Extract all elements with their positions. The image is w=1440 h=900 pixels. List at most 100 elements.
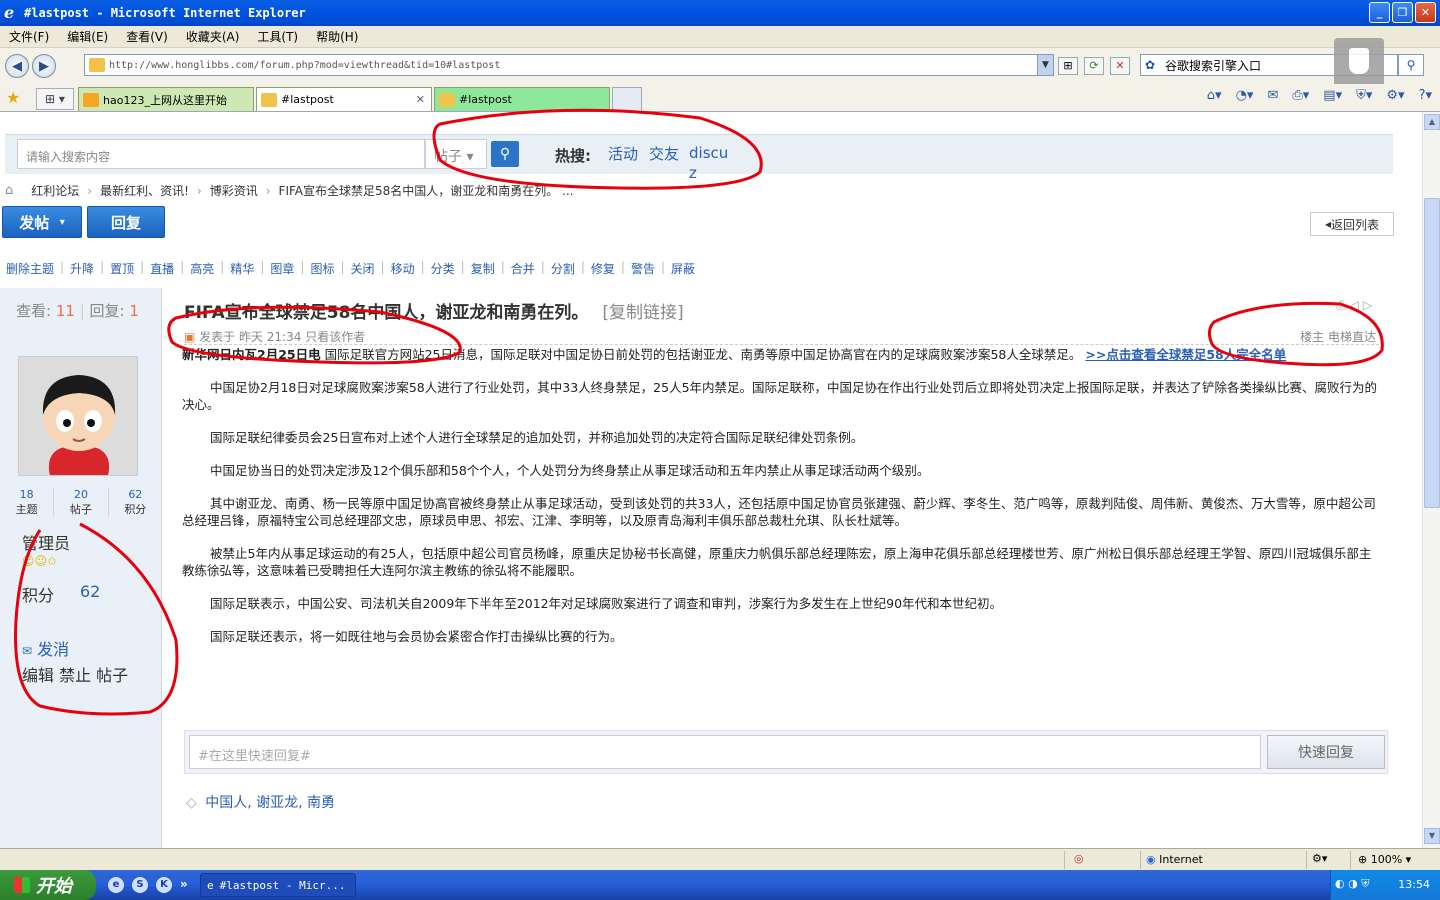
crumb-forum[interactable]: 红利论坛 [31,182,79,199]
hot-item-activity[interactable]: 活动 [608,143,638,164]
scroll-up-arrow[interactable]: ▲ [1424,114,1440,130]
mod-repair[interactable]: 修复 [585,260,621,277]
new-tab-button[interactable] [612,87,642,111]
zoom-level[interactable]: ⊕ 100% ▾ [1358,853,1411,866]
search-icon[interactable]: ⚲ [1398,54,1424,76]
address-url[interactable]: http://www.honglibbs.com/forum.php?mod=v… [109,60,500,71]
forward-button[interactable]: ▶ [32,54,56,78]
scroll-down-arrow[interactable]: ▼ [1424,828,1440,844]
mod-copy[interactable]: 复制 [465,260,501,277]
avatar[interactable] [18,356,138,476]
home-icon[interactable]: ⌂ [5,183,13,198]
quick-reply-input[interactable]: #在这里快速回复# [189,735,1261,769]
mod-digest[interactable]: 精华 [224,260,260,277]
quick-tabs-button[interactable]: ⊞ ▾ [36,88,74,110]
page-menu-icon[interactable]: ▤▾ [1323,88,1342,103]
mod-delete[interactable]: 删除主题 [0,260,60,277]
new-post-button[interactable]: 发帖 ▾ [2,206,82,238]
tab-hao123[interactable]: hao123_上网从这里开始 [78,87,254,111]
start-button[interactable]: 开始 [0,870,96,900]
send-message-link[interactable]: ✉ 发消 [22,636,69,660]
page-scrollbar[interactable]: ▲ ▼ [1422,112,1440,848]
copy-link-button[interactable]: [复制链接] [602,303,683,323]
reply-button[interactable]: 回复 [87,206,165,238]
forum-search-input[interactable]: 请输入搜索内容 [17,139,425,169]
forum-search-button[interactable]: ⚲ [491,141,519,167]
mod-block[interactable]: 屏蔽 [665,260,701,277]
favorites-star-icon[interactable]: ★ [6,88,20,107]
mod-merge[interactable]: 合并 [505,260,541,277]
close-button[interactable]: ✕ [1415,2,1436,23]
print-icon[interactable]: ⎙ [1336,298,1346,312]
mod-highlight[interactable]: 高亮 [184,260,220,277]
full-list-link[interactable]: >>点击查看全球禁足58人完全名单 [1085,347,1286,362]
crumb-news[interactable]: 最新红利、资讯! [100,182,189,199]
maximize-button[interactable]: ❐ [1392,2,1413,23]
menu-view[interactable]: 查看(V) [117,28,177,45]
zone-label: Internet [1159,853,1203,866]
more-chevron-icon[interactable]: » [180,877,188,893]
menu-tools[interactable]: 工具(T) [248,28,307,45]
menu-help[interactable]: 帮助(H) [307,28,367,45]
stop-icon[interactable]: ✕ [1110,57,1130,75]
browser-search-value[interactable]: 谷歌搜索引擎入口 [1165,57,1261,74]
quick-reply-button[interactable]: 快速回复 [1267,735,1385,769]
taskbar-ie-window[interactable]: e #lastpost - Micr... [200,873,356,897]
menu-favorites[interactable]: 收藏夹(A) [177,28,249,45]
window-title: #lastpost - Microsoft Internet Explorer [24,6,306,20]
security-settings-icon[interactable]: ⚙▾ [1312,852,1327,865]
next-thread-icon[interactable]: ▷ [1363,298,1372,312]
author-admin-actions[interactable]: 编辑 禁止 帖子 [22,662,128,686]
menu-edit[interactable]: 编辑(E) [58,28,117,45]
forum-search-bar: 请输入搜索内容 帖子 ▾ ⚲ 热搜: 活动 交友 discuz [5,134,1393,182]
crumb-board[interactable]: 博彩资讯 [210,182,258,199]
scroll-thumb[interactable] [1424,198,1440,508]
tools-gear-icon[interactable]: ⚙▾ [1386,88,1404,103]
points-count[interactable]: 62 积分 [109,488,162,517]
address-bar[interactable]: http://www.honglibbs.com/forum.php?mod=v… [84,54,1054,76]
back-to-list-button[interactable]: ◂ 返回列表 [1310,212,1394,236]
mod-stick[interactable]: 置顶 [104,260,140,277]
search-type-select[interactable]: 帖子 ▾ [425,139,487,169]
mod-close[interactable]: 关闭 [345,260,381,277]
app-quicklaunch-icon[interactable]: K [156,877,172,893]
mail-icon[interactable]: ✉ [1267,88,1278,103]
crumb-thread[interactable]: FIFA宣布全球禁足58名中国人，谢亚龙和南勇在列。 ... [279,182,574,199]
hao123-icon [83,92,99,107]
ie-logo-icon: e [4,3,15,22]
prev-thread-icon[interactable]: ◁ [1350,298,1359,312]
refresh-icon[interactable]: ⟳ [1084,57,1104,75]
mod-live[interactable]: 直播 [144,260,180,277]
tag-links[interactable]: 中国人, 谢亚龙, 南勇 [205,795,335,811]
mod-warn[interactable]: 警告 [625,260,661,277]
tab-lastpost-active[interactable]: #lastpost ✕ [256,87,432,111]
address-dropdown[interactable]: ▼ [1037,55,1053,75]
article-paragraph: 其中谢亚龙、南勇、杨一民等原中国足协高官被终身禁止从事足球活动，受到该处罚的共3… [182,496,1376,528]
mod-icon[interactable]: 图标 [304,260,340,277]
compat-view-icon[interactable]: ⊞ [1058,57,1078,75]
print-icon[interactable]: ⎙▾ [1292,88,1309,103]
mod-stamp[interactable]: 图章 [264,260,300,277]
menu-file[interactable]: 文件(F) [0,28,58,45]
help-icon[interactable]: ?▾ [1419,88,1432,103]
mod-bump[interactable]: 升降 [64,260,100,277]
browser-quicklaunch-icon[interactable]: S [132,877,148,893]
back-label: 返回列表 [1331,217,1380,232]
tray-icons[interactable]: ◐ ◑ ⛨ [1335,877,1369,891]
tab-lastpost-2[interactable]: #lastpost [434,87,610,111]
home-icon[interactable]: ⌂▾ [1207,88,1222,103]
feeds-icon[interactable]: ◔▾ [1236,88,1254,103]
threads-count[interactable]: 18 主题 [0,488,55,517]
safety-icon[interactable]: ⛨▾ [1356,88,1372,103]
hot-item-friends[interactable]: 交友 [649,143,679,164]
mod-split[interactable]: 分割 [545,260,581,277]
ie-quicklaunch-icon[interactable]: e [108,877,124,893]
tab-close-icon[interactable]: ✕ [416,93,425,106]
mod-move[interactable]: 移动 [385,260,421,277]
posts-count[interactable]: 20 帖子 [54,488,109,517]
quick-reply: #在这里快速回复# 快速回复 [184,730,1388,774]
mod-category[interactable]: 分类 [425,260,461,277]
back-button[interactable]: ◀ [5,54,29,78]
hot-item-discuz[interactable]: discuz [689,143,733,183]
minimize-button[interactable]: _ [1369,2,1390,23]
